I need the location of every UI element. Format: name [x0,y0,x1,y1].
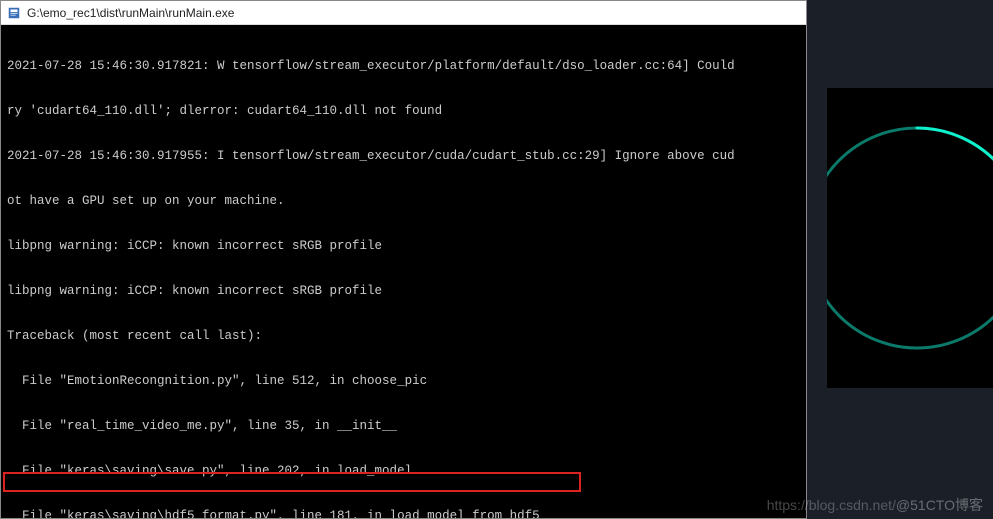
console-line: File "real_time_video_me.py", line 35, i… [7,419,800,434]
console-line: Traceback (most recent call last): [7,329,800,344]
console-line: 2021-07-28 15:46:30.917821: W tensorflow… [7,59,800,74]
console-window: G:\emo_rec1\dist\runMain\runMain.exe 202… [0,0,807,519]
window-title: G:\emo_rec1\dist\runMain\runMain.exe [27,6,234,20]
console-line: File "EmotionRecongnition.py", line 512,… [7,374,800,389]
console-line: ry 'cudart64_110.dll'; dlerror: cudart64… [7,104,800,119]
console-line: File "keras\saving\hdf5_format.py", line… [7,509,800,518]
console-line: File "keras\saving\save.py", line 202, i… [7,464,800,479]
window-title-bar[interactable]: G:\emo_rec1\dist\runMain\runMain.exe [1,1,806,25]
console-line: 2021-07-28 15:46:30.917955: I tensorflow… [7,149,800,164]
app-icon [7,6,21,20]
console-output[interactable]: 2021-07-28 15:46:30.917821: W tensorflow… [1,25,806,518]
console-line: libpng warning: iCCP: known incorrect sR… [7,284,800,299]
right-pane [807,0,993,519]
console-line: libpng warning: iCCP: known incorrect sR… [7,239,800,254]
progress-ring-icon [827,108,993,368]
console-line: ot have a GPU set up on your machine. [7,194,800,209]
progress-ring-widget [827,88,993,388]
